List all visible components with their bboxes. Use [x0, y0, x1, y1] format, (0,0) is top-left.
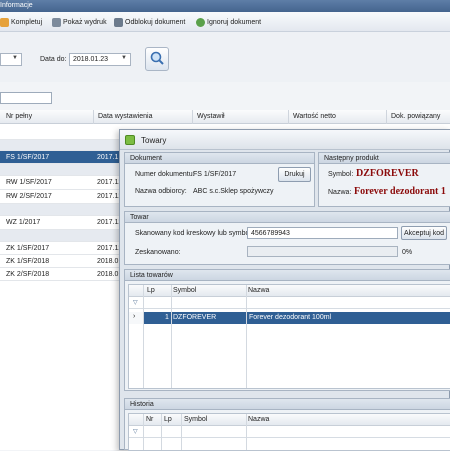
table-row[interactable]: › 1 DZFOREVER Forever dezodorant 100ml [129, 312, 450, 324]
col-date[interactable]: Data wystawienia [98, 113, 152, 120]
history-grid-header: Nr Lp Symbol Nazwa [129, 414, 450, 426]
row-date: 2018.0 [97, 271, 119, 278]
show-printout-label: Pokaż wydruk [63, 18, 107, 26]
scanned-percent: 0% [402, 249, 413, 256]
filter-bar [0, 32, 450, 82]
history-group: Historia Nr Lp Symbol Nazwa ▽ [124, 398, 450, 451]
document-group-header: Dokument [125, 153, 314, 164]
col-symbol[interactable]: Symbol [184, 416, 207, 423]
col-lp[interactable]: Lp [164, 416, 172, 423]
accept-code-button[interactable]: Akceptuj kod [401, 226, 447, 240]
document-number-label: Numer dokumentu: [135, 171, 195, 178]
dialog-app-icon [125, 135, 135, 145]
history-group-header: Historia [125, 399, 450, 410]
row-symbol: DZFOREVER [173, 314, 217, 321]
products-dialog: Towary Dokument Numer dokumentu: FS 1/SF… [119, 129, 450, 451]
barcode-value: 4566789943 [251, 230, 290, 237]
complete-button[interactable]: Kompletuj [0, 16, 42, 28]
date-from-combo[interactable]: ▼ [0, 53, 22, 66]
next-product-group: Następny produkt Symbol: DZFOREVER Nazwa… [318, 152, 450, 207]
scanned-label: Zeskanowano: [135, 249, 181, 256]
unlock-icon [114, 17, 123, 27]
filter-icon: ▽ [133, 429, 138, 435]
date-to-value: 2018.01.23 [73, 56, 109, 63]
row-date: 2018.0 [97, 258, 119, 265]
document-number-value: FS 1/SF/2017 [193, 171, 237, 178]
next-product-group-title: Następny produkt [324, 155, 379, 162]
col-issuer[interactable]: Wystawił [197, 113, 225, 120]
col-related-doc[interactable]: Dok. powiązany [391, 113, 440, 120]
row-date: 2017.1 [97, 154, 119, 161]
col-net-value[interactable]: Wartość netto [293, 113, 336, 120]
complete-label: Kompletuj [11, 18, 43, 26]
col-nr[interactable]: Nr [146, 416, 153, 423]
row-nr: ZK 2/SF/2018 [6, 271, 50, 278]
history-filter-row[interactable]: ▽ [129, 426, 450, 438]
dialog-title: Towary [141, 136, 167, 145]
row-name: Forever dezodorant 100ml [249, 314, 332, 321]
box-icon [0, 17, 9, 27]
scanned-progress-bar [247, 246, 398, 257]
print-button[interactable]: Drukuj [278, 167, 311, 182]
col-name[interactable]: Nazwa [248, 416, 269, 423]
ignore-icon [196, 17, 205, 27]
next-name-value: Forever dezodorant 1 [354, 186, 446, 197]
products-list-group-title: Lista towarów [130, 272, 173, 279]
chevron-down-icon: ▼ [121, 55, 127, 61]
product-group-title: Towar [130, 214, 149, 221]
filter-icon: ▽ [133, 300, 138, 306]
product-group: Towar Skanowany kod kreskowy lub symbol:… [124, 211, 450, 265]
row-nr: ZK 1/SF/2018 [6, 258, 50, 265]
document-group-title: Dokument [130, 155, 162, 162]
barcode-input[interactable]: 4566789943 [247, 227, 398, 239]
row-nr: RW 2/SF/2017 [6, 193, 52, 200]
next-product-group-header: Następny produkt [319, 153, 450, 164]
selected-row[interactable]: 1 DZFOREVER Forever dezodorant 100ml [143, 312, 450, 324]
row-nr: RW 1/SF/2017 [6, 179, 52, 186]
product-group-header: Towar [125, 212, 450, 223]
col-nr[interactable]: Nr pełny [6, 113, 32, 120]
col-symbol[interactable]: Symbol [173, 287, 196, 294]
row-pointer-icon: › [133, 313, 136, 320]
chevron-down-icon: ▼ [12, 55, 18, 61]
document-group: Dokument Numer dokumentu: FS 1/SF/2017 N… [124, 152, 315, 207]
date-to-combo[interactable]: 2018.01.23 ▼ [69, 53, 131, 66]
col-name[interactable]: Nazwa [248, 287, 269, 294]
dialog-titlebar: Towary [120, 130, 450, 150]
unlock-document-button[interactable]: Odblokuj dokument [114, 16, 185, 28]
history-grid: Nr Lp Symbol Nazwa ▽ [128, 413, 450, 451]
documents-table-header: Nr pełny Data wystawienia Wystawił Warto… [0, 110, 450, 124]
row-nr: WZ 1/2017 [6, 219, 41, 226]
window-titlebar: Informacje [0, 0, 450, 12]
recipient-value: ABC s.c.Sklep spożywczy [193, 188, 274, 195]
unlock-document-label: Odblokuj dokument [125, 18, 186, 26]
search-input[interactable] [0, 92, 52, 104]
show-printout-button[interactable]: Pokaż wydruk [52, 16, 107, 28]
search-icon [150, 51, 164, 65]
next-symbol-label: Symbol: [328, 171, 354, 178]
ignore-document-label: Ignoruj dokument [207, 18, 262, 26]
col-lp[interactable]: Lp [147, 287, 155, 294]
printer-icon [52, 17, 61, 27]
next-name-label: Nazwa: [328, 189, 352, 196]
products-list-group-header: Lista towarów [125, 270, 450, 281]
row-nr: FS 1/SF/2017 [6, 154, 50, 161]
products-grid: Lp Symbol Nazwa ▽ › 1 DZFOREVER Forever … [128, 284, 450, 389]
recipient-label: Nazwa odbiorcy: [135, 188, 187, 195]
row-lp: 1 [165, 314, 169, 321]
toolbar: Kompletuj Pokaż wydruk Odblokuj dokument… [0, 12, 450, 32]
window-title: Informacje [0, 2, 33, 9]
date-to-label: Data do: [40, 56, 67, 63]
products-list-group: Lista towarów Lp Symbol Nazwa ▽ › 1 DZFO… [124, 269, 450, 391]
barcode-label: Skanowany kod kreskowy lub symbol: [135, 230, 253, 237]
products-filter-row[interactable]: ▽ [129, 297, 450, 309]
ignore-document-button[interactable]: Ignoruj dokument [196, 16, 261, 28]
next-symbol-value: DZFOREVER [356, 168, 419, 179]
products-grid-header: Lp Symbol Nazwa [129, 285, 450, 297]
row-nr: ZK 1/SF/2017 [6, 245, 50, 252]
search-button[interactable] [145, 47, 169, 71]
history-group-title: Historia [130, 401, 154, 408]
